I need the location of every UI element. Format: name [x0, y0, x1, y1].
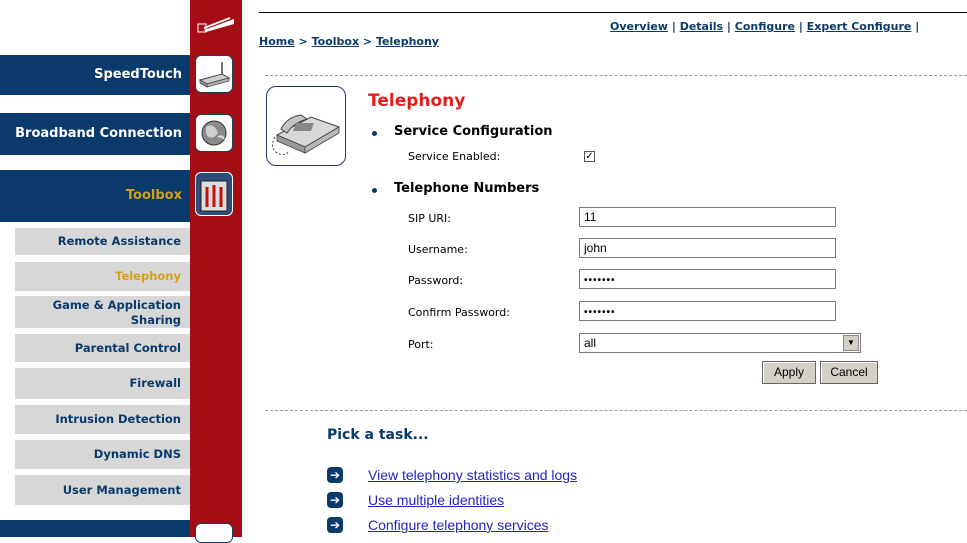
confirm-password-input[interactable]: ••••••• — [579, 301, 836, 321]
username-value: john — [584, 241, 607, 255]
sip-uri-value: 11 — [584, 210, 597, 224]
arrow-right-icon: ➔ — [327, 492, 343, 508]
chevron-down-icon[interactable]: ▼ — [843, 335, 859, 351]
divider-bottom — [265, 410, 967, 411]
breadcrumb-telephony[interactable]: Telephony — [376, 35, 439, 48]
sidebar-item-label: Parental Control — [74, 341, 181, 355]
service-enabled-checkbox[interactable]: ✓ — [584, 151, 595, 162]
task-link[interactable]: Use multiple identities — [368, 492, 504, 508]
nav-speedtouch-label: SpeedTouch — [94, 67, 182, 82]
nav-speedtouch[interactable]: SpeedTouch — [0, 55, 190, 95]
breadcrumb-toolbox[interactable]: Toolbox — [312, 35, 359, 48]
nav-broadband-connection[interactable]: Broadband Connection — [0, 113, 190, 155]
sidebar-item-label: Game & Application Sharing — [52, 298, 181, 327]
service-enabled-label: Service Enabled: — [408, 150, 501, 163]
breadcrumb-home[interactable]: Home — [259, 35, 295, 48]
apply-button[interactable]: Apply — [762, 361, 816, 384]
username-label: Username: — [408, 243, 468, 256]
page-title: Telephony — [368, 91, 466, 111]
port-value: all — [584, 336, 597, 350]
sidebar-item-firewall[interactable]: Firewall — [15, 368, 190, 399]
divider-top — [265, 75, 967, 76]
sidebar-item-label: Remote Assistance — [57, 234, 181, 248]
nav-toolbox-label: Toolbox — [125, 188, 182, 203]
sidebar: SpeedTouch Broadband Connection Toolbox — [0, 0, 242, 543]
section-service-configuration: Service Configuration — [394, 124, 553, 139]
globe-icon — [195, 114, 233, 152]
sidebar-item-game-application-sharing[interactable]: Game & Application Sharing — [15, 296, 190, 328]
sip-uri-label: SIP URI: — [408, 212, 452, 225]
bullet-icon — [372, 131, 377, 136]
breadcrumb-separator: > — [362, 35, 373, 48]
password-input[interactable]: ••••••• — [579, 269, 836, 289]
back-arrow-icon[interactable] — [196, 10, 236, 42]
partial-nav-icon — [195, 523, 233, 543]
confirm-password-label: Confirm Password: — [408, 306, 510, 319]
link-expert-configure[interactable]: Expert Configure — [807, 20, 912, 33]
username-input[interactable]: john — [579, 238, 836, 258]
password-value: ••••••• — [584, 275, 616, 286]
breadcrumb: Home > Toolbox > Telephony — [259, 35, 439, 48]
confirm-password-value: ••••••• — [584, 307, 616, 318]
task-link[interactable]: View telephony statistics and logs — [368, 467, 577, 483]
port-select[interactable]: all ▼ — [579, 333, 861, 353]
sidebar-item-user-management[interactable]: User Management — [15, 475, 190, 505]
checkmark-icon: ✓ — [585, 151, 594, 162]
link-configure[interactable]: Configure — [735, 20, 795, 33]
sidebar-item-telephony[interactable]: Telephony — [15, 262, 190, 291]
top-rule — [259, 12, 967, 13]
breadcrumb-separator: > — [298, 35, 308, 48]
top-navigation: Overview | Details | Configure | Expert … — [610, 20, 919, 33]
port-label: Port: — [408, 338, 434, 351]
password-label: Password: — [408, 274, 464, 287]
sidebar-item-label: Dynamic DNS — [93, 447, 181, 461]
section-telephone-numbers: Telephone Numbers — [394, 181, 540, 196]
sidebar-item-intrusion-detection[interactable]: Intrusion Detection — [15, 405, 190, 434]
cancel-button[interactable]: Cancel — [820, 361, 878, 384]
toolbox-icon — [195, 172, 233, 216]
sidebar-item-label: Firewall — [129, 376, 181, 390]
link-overview[interactable]: Overview — [610, 20, 668, 33]
telephone-icon — [266, 86, 346, 166]
separator: | — [798, 20, 803, 33]
arrow-right-icon: ➔ — [327, 517, 343, 533]
sidebar-item-label: User Management — [62, 483, 181, 497]
bullet-icon — [372, 188, 377, 193]
nav-broadband-label: Broadband Connection — [15, 126, 182, 141]
task-section-title: Pick a task... — [327, 427, 429, 443]
sidebar-item-dynamic-dns[interactable]: Dynamic DNS — [15, 440, 190, 469]
link-details[interactable]: Details — [680, 20, 723, 33]
sidebar-item-label: Intrusion Detection — [55, 412, 181, 426]
nav-toolbox[interactable]: Toolbox — [0, 170, 190, 222]
separator: | — [726, 20, 731, 33]
nav-next-section[interactable] — [0, 520, 190, 537]
modem-icon — [195, 55, 233, 93]
separator: | — [671, 20, 676, 33]
separator: | — [915, 20, 920, 33]
sip-uri-input[interactable]: 11 — [579, 207, 836, 227]
sidebar-item-remote-assistance[interactable]: Remote Assistance — [15, 228, 190, 255]
sidebar-item-parental-control[interactable]: Parental Control — [15, 334, 190, 362]
sidebar-item-label: Telephony — [115, 269, 181, 283]
task-link[interactable]: Configure telephony services — [368, 517, 549, 533]
arrow-right-icon: ➔ — [327, 467, 343, 483]
